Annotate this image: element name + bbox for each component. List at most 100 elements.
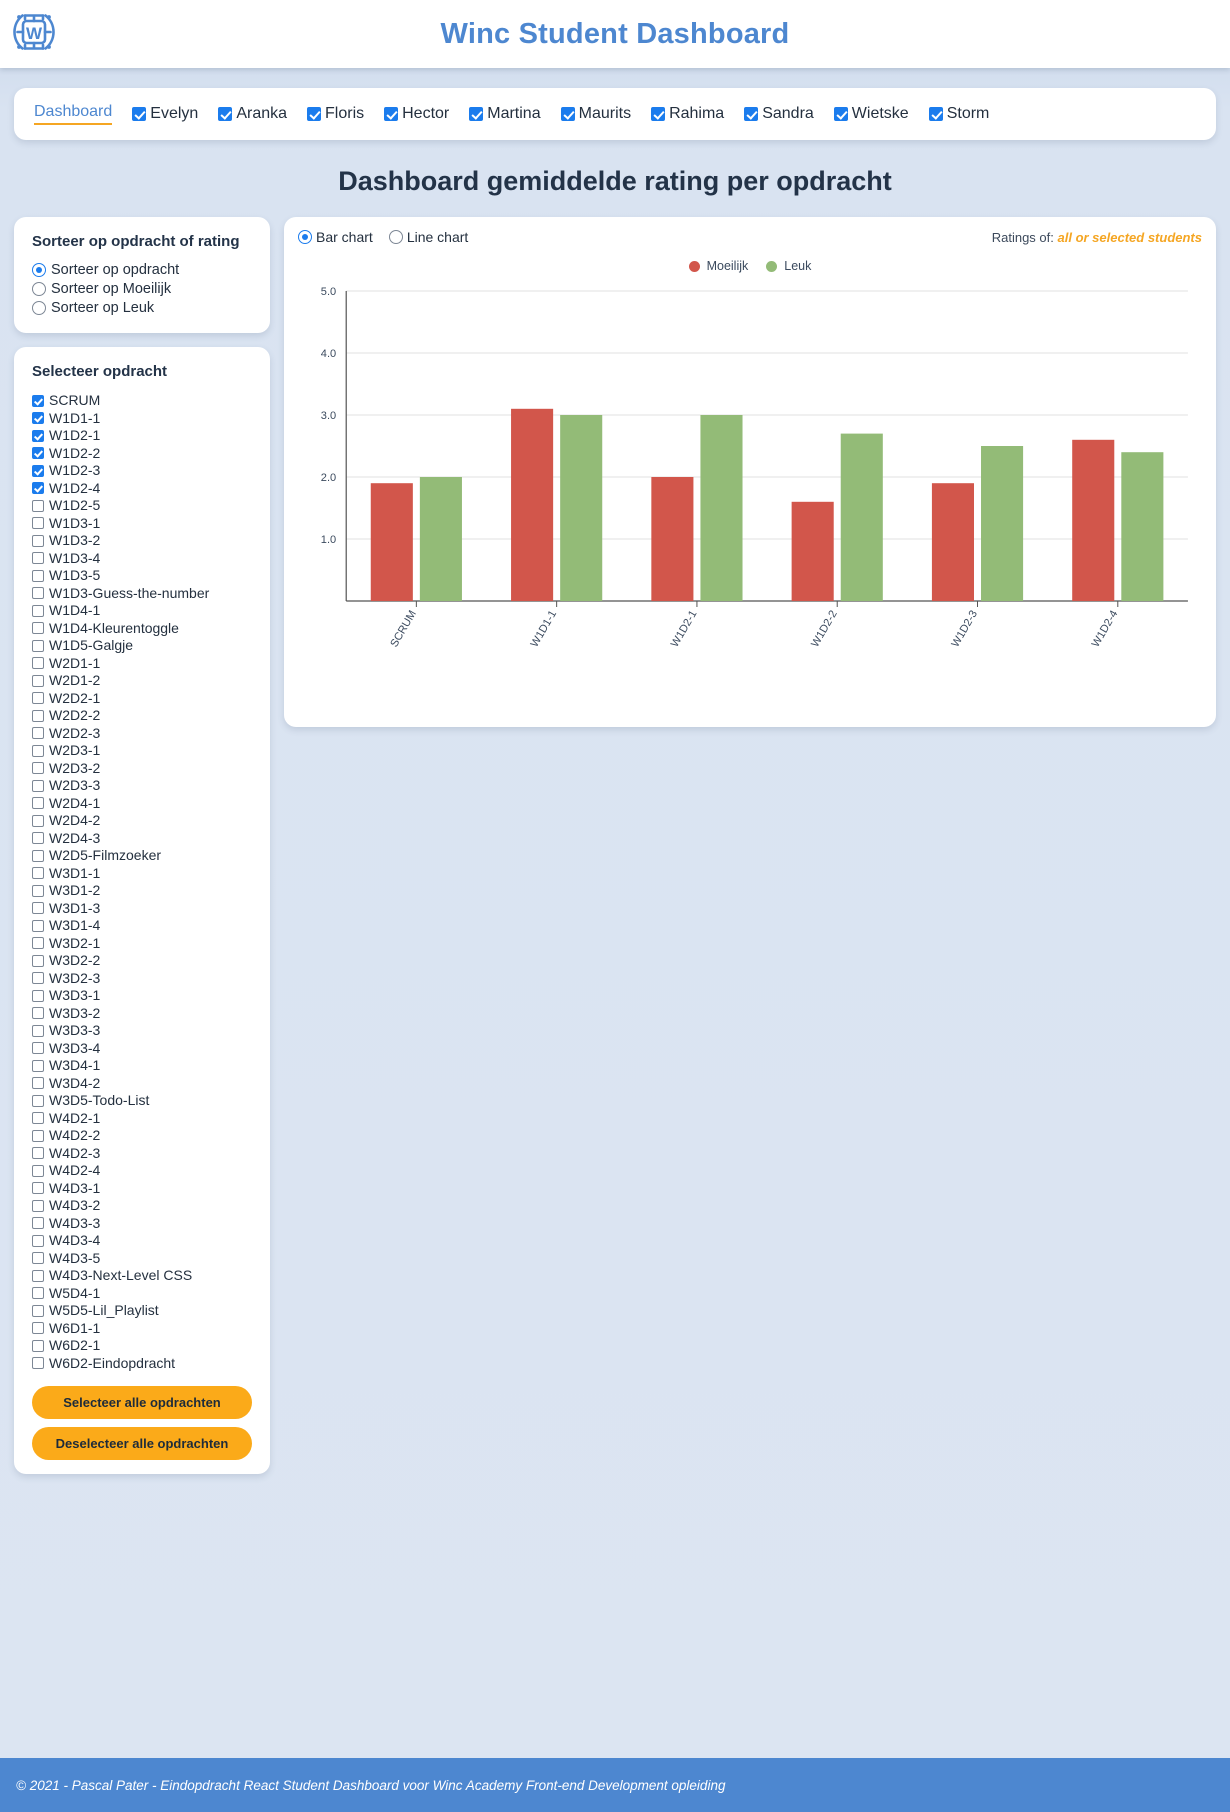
checkbox-box[interactable] <box>32 1147 44 1160</box>
checkbox-box[interactable] <box>32 394 44 407</box>
legend-item-leuk[interactable]: Leuk <box>766 259 811 273</box>
checkbox-box[interactable] <box>744 107 759 121</box>
checkbox-box[interactable] <box>32 1042 44 1055</box>
checkbox-box[interactable] <box>32 604 44 617</box>
assignment-checkbox-scrum[interactable]: SCRUM <box>32 392 252 410</box>
checkbox-box[interactable] <box>32 762 44 775</box>
bar-w1d1-1-moeilijk[interactable] <box>511 408 554 601</box>
bar-w1d2-3-moeilijk[interactable] <box>931 483 974 601</box>
checkbox-box[interactable] <box>32 1322 44 1335</box>
assignment-checkbox-w6d2-eindopdracht[interactable]: W6D2-Eindopdracht <box>32 1355 252 1373</box>
assignment-checkbox-w4d2-2[interactable]: W4D2-2 <box>32 1127 252 1145</box>
assignment-checkbox-w2d2-2[interactable]: W2D2-2 <box>32 707 252 725</box>
assignment-checkbox-w4d2-4[interactable]: W4D2-4 <box>32 1162 252 1180</box>
assignment-checkbox-w6d2-1[interactable]: W6D2-1 <box>32 1337 252 1355</box>
assignment-checkbox-w3d1-3[interactable]: W3D1-3 <box>32 900 252 918</box>
assignment-checkbox-w1d2-5[interactable]: W1D2-5 <box>32 497 252 515</box>
assignment-checkbox-w2d2-1[interactable]: W2D2-1 <box>32 690 252 708</box>
assignment-checkbox-w2d2-3[interactable]: W2D2-3 <box>32 725 252 743</box>
checkbox-box[interactable] <box>32 429 44 442</box>
bar-scrum-leuk[interactable] <box>419 477 462 601</box>
assignment-checkbox-w5d4-1[interactable]: W5D4-1 <box>32 1285 252 1303</box>
legend-item-moeilijk[interactable]: Moeilijk <box>688 259 748 273</box>
assignment-checkbox-w3d4-2[interactable]: W3D4-2 <box>32 1075 252 1093</box>
checkbox-box[interactable] <box>32 919 44 932</box>
bar-w1d2-4-leuk[interactable] <box>1121 452 1164 601</box>
assignment-checkbox-w3d2-3[interactable]: W3D2-3 <box>32 970 252 988</box>
assignment-checkbox-w4d3-5[interactable]: W4D3-5 <box>32 1250 252 1268</box>
assignment-checkbox-w1d4-kleurentoggle[interactable]: W1D4-Kleurentoggle <box>32 620 252 638</box>
checkbox-box[interactable] <box>132 107 147 121</box>
assignment-checkbox-w5d5-lil-playlist[interactable]: W5D5-Lil_Playlist <box>32 1302 252 1320</box>
checkbox-box[interactable] <box>32 1199 44 1212</box>
assignment-checkbox-w4d3-1[interactable]: W4D3-1 <box>32 1180 252 1198</box>
assignment-checkbox-w2d3-3[interactable]: W2D3-3 <box>32 777 252 795</box>
checkbox-box[interactable] <box>32 849 44 862</box>
checkbox-box[interactable] <box>32 1112 44 1125</box>
checkbox-box[interactable] <box>32 639 44 652</box>
checkbox-box[interactable] <box>32 779 44 792</box>
assignment-checkbox-w3d1-4[interactable]: W3D1-4 <box>32 917 252 935</box>
checkbox-box[interactable] <box>307 107 322 121</box>
student-checkbox-floris[interactable]: Floris <box>307 105 364 123</box>
checkbox-box[interactable] <box>32 1077 44 1090</box>
checkbox-box[interactable] <box>32 744 44 757</box>
bar-w1d2-4-moeilijk[interactable] <box>1072 439 1115 601</box>
nav-link-dashboard[interactable]: Dashboard <box>34 103 113 125</box>
assignment-checkbox-w4d2-1[interactable]: W4D2-1 <box>32 1110 252 1128</box>
checkbox-box[interactable] <box>32 517 44 530</box>
checkbox-box[interactable] <box>32 1357 44 1370</box>
bar-scrum-moeilijk[interactable] <box>370 483 413 601</box>
checkbox-box[interactable] <box>469 107 484 121</box>
student-checkbox-evelyn[interactable]: Evelyn <box>132 105 198 123</box>
checkbox-box[interactable] <box>218 107 233 121</box>
checkbox-box[interactable] <box>32 937 44 950</box>
assignment-checkbox-w3d2-1[interactable]: W3D2-1 <box>32 935 252 953</box>
checkbox-box[interactable] <box>32 692 44 705</box>
checkbox-box[interactable] <box>32 884 44 897</box>
checkbox-box[interactable] <box>32 499 44 512</box>
assignment-checkbox-w2d4-1[interactable]: W2D4-1 <box>32 795 252 813</box>
checkbox-box[interactable] <box>32 1182 44 1195</box>
checkbox-box[interactable] <box>32 1007 44 1020</box>
select-all-assignments-button[interactable]: Selecteer alle opdrachten <box>32 1386 252 1419</box>
checkbox-box[interactable] <box>32 902 44 915</box>
assignment-checkbox-w1d3-5[interactable]: W1D3-5 <box>32 567 252 585</box>
checkbox-box[interactable] <box>32 709 44 722</box>
checkbox-box[interactable] <box>32 657 44 670</box>
assignment-checkbox-w4d3-2[interactable]: W4D3-2 <box>32 1197 252 1215</box>
radio-dot[interactable] <box>32 301 46 315</box>
sort-option-opdracht[interactable]: Sorteer op opdracht <box>32 262 252 278</box>
assignment-checkbox-w1d2-1[interactable]: W1D2-1 <box>32 427 252 445</box>
assignment-checkbox-w3d3-1[interactable]: W3D3-1 <box>32 987 252 1005</box>
checkbox-box[interactable] <box>32 1094 44 1107</box>
checkbox-box[interactable] <box>32 1339 44 1352</box>
assignment-checkbox-w1d5-galgje[interactable]: W1D5-Galgje <box>32 637 252 655</box>
assignment-checkbox-w3d3-3[interactable]: W3D3-3 <box>32 1022 252 1040</box>
assignment-checkbox-w1d3-2[interactable]: W1D3-2 <box>32 532 252 550</box>
assignment-checkbox-w4d3-3[interactable]: W4D3-3 <box>32 1215 252 1233</box>
assignment-checkbox-w1d3-4[interactable]: W1D3-4 <box>32 550 252 568</box>
checkbox-box[interactable] <box>32 1164 44 1177</box>
checkbox-box[interactable] <box>32 1129 44 1142</box>
checkbox-box[interactable] <box>32 1234 44 1247</box>
bar-w1d2-2-leuk[interactable] <box>840 433 883 601</box>
chart-type-bar[interactable]: Bar chart <box>298 229 373 245</box>
assignment-checkbox-w2d1-2[interactable]: W2D1-2 <box>32 672 252 690</box>
checkbox-box[interactable] <box>384 107 399 121</box>
chart-type-line[interactable]: Line chart <box>388 229 468 245</box>
checkbox-box[interactable] <box>32 412 44 425</box>
bar-w1d1-1-leuk[interactable] <box>560 415 603 601</box>
assignment-checkbox-w3d2-2[interactable]: W3D2-2 <box>32 952 252 970</box>
checkbox-box[interactable] <box>32 797 44 810</box>
checkbox-box[interactable] <box>32 1252 44 1265</box>
bar-w1d2-3-leuk[interactable] <box>981 446 1024 601</box>
radio-dot[interactable] <box>298 230 312 244</box>
checkbox-box[interactable] <box>32 587 44 600</box>
radio-dot[interactable] <box>32 282 46 296</box>
student-checkbox-storm[interactable]: Storm <box>928 105 989 123</box>
assignment-checkbox-w1d2-4[interactable]: W1D2-4 <box>32 480 252 498</box>
checkbox-box[interactable] <box>32 534 44 547</box>
checkbox-box[interactable] <box>32 832 44 845</box>
checkbox-box[interactable] <box>32 727 44 740</box>
